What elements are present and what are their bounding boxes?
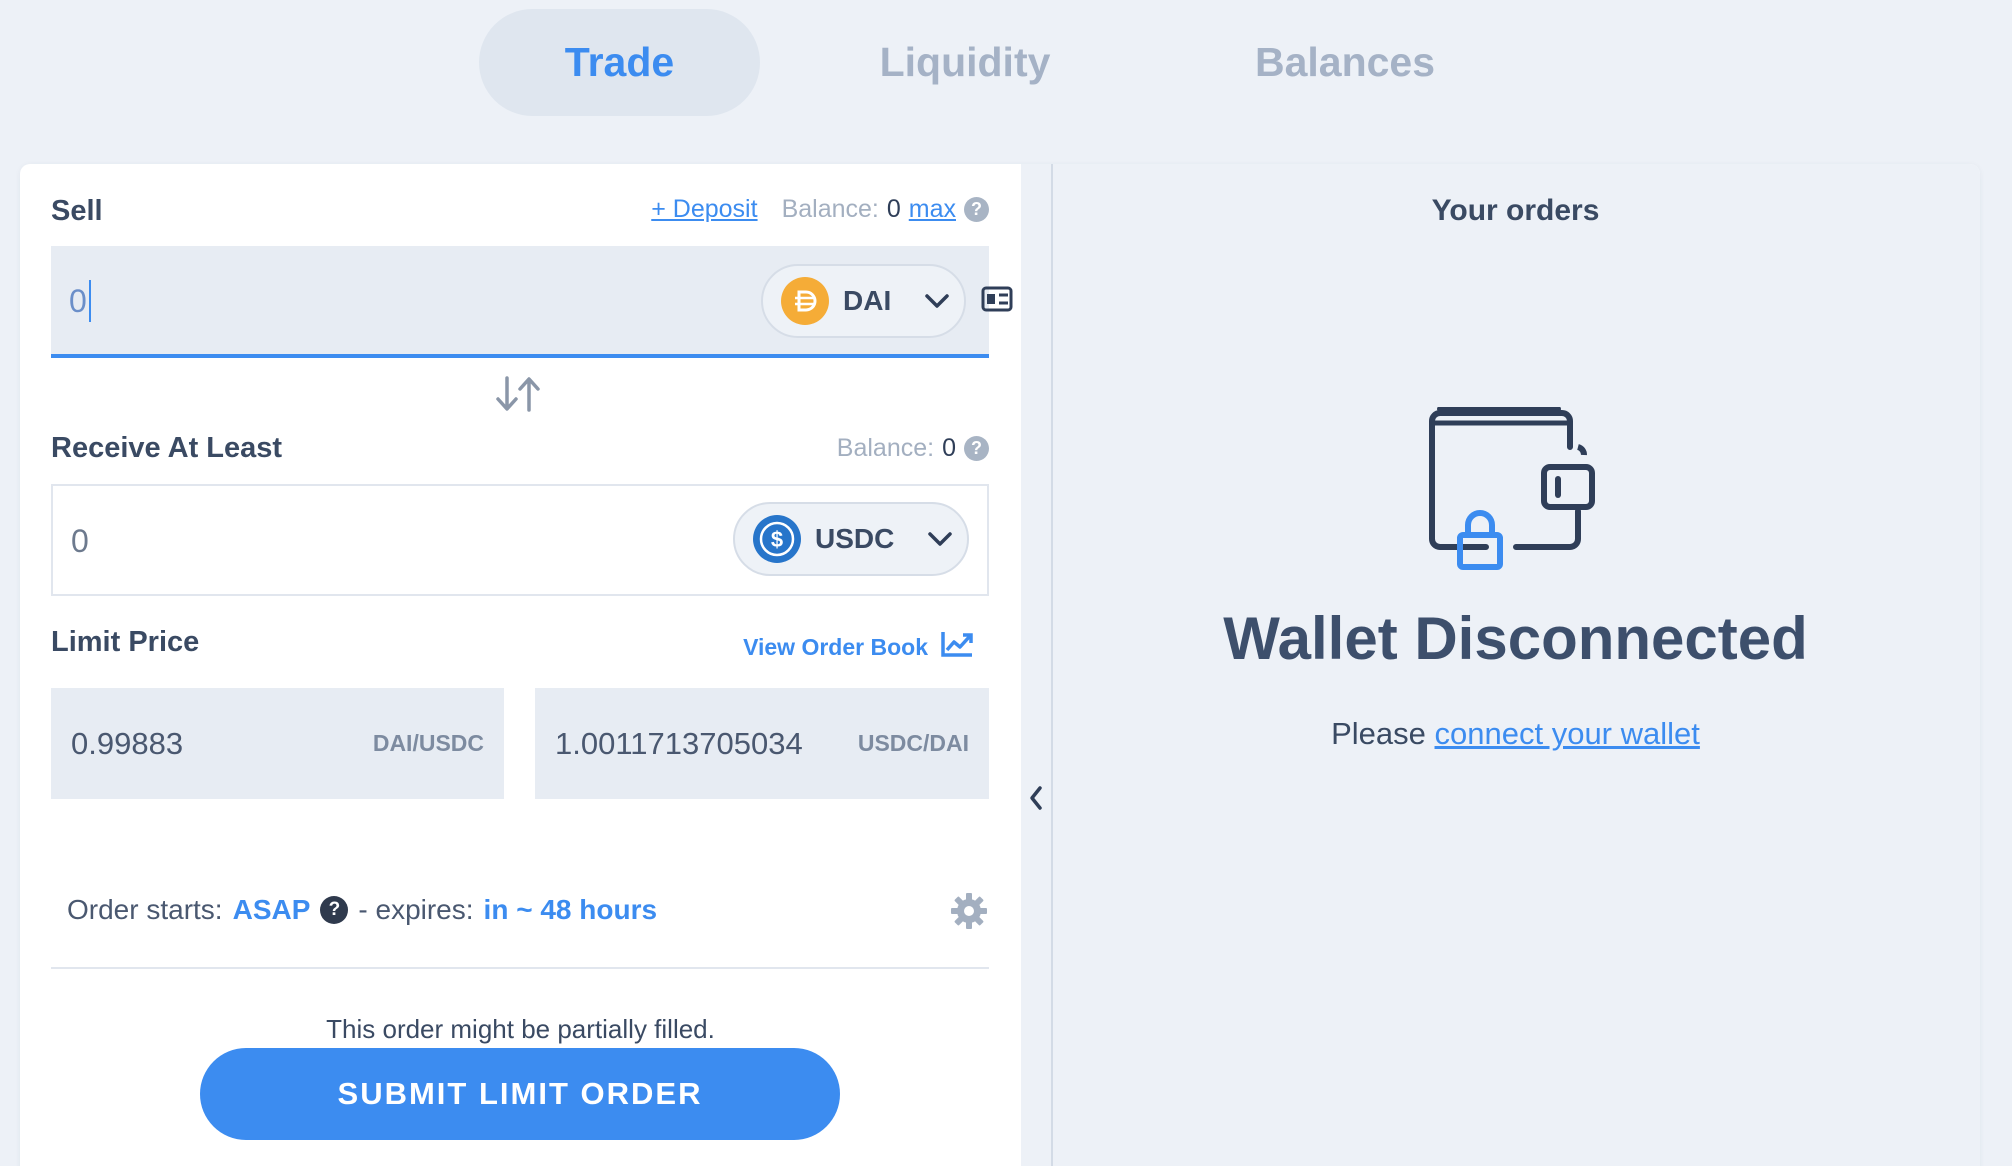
sell-balance-label: Balance: xyxy=(781,195,879,223)
limit-price-input-2[interactable]: 1.0011713705034 USDC/DAI xyxy=(535,688,989,799)
sell-balance-value: 0 xyxy=(886,195,901,223)
connect-prompt: Please connect your wallet xyxy=(1051,716,1980,752)
tab-liquidity[interactable]: Liquidity xyxy=(835,9,1095,116)
wallet-disconnected-title: Wallet Disconnected xyxy=(1223,605,1808,672)
chevron-down-icon xyxy=(924,293,950,309)
receive-amount-input[interactable] xyxy=(71,516,671,566)
receive-balance-label: Balance: xyxy=(836,434,935,462)
orders-title: Your orders xyxy=(1431,194,1600,227)
price-value: 1.0011713705034 xyxy=(555,725,803,761)
receive-label: Receive At Least xyxy=(51,432,283,464)
divider xyxy=(51,967,989,969)
sell-token-selector[interactable]: DAI xyxy=(761,264,966,338)
receive-token-name: USDC xyxy=(815,523,895,554)
receive-balance-value: 0 xyxy=(942,434,956,462)
sell-amount-box: DAI xyxy=(51,246,1013,358)
sell-label: Sell xyxy=(51,195,103,227)
order-form: Sell + Deposit Balance: 0 max ? DAI xyxy=(20,164,1021,1166)
receive-amount-box: $ USDC xyxy=(51,484,989,596)
limit-price-label: Limit Price xyxy=(51,626,200,658)
chart-icon xyxy=(940,630,974,664)
trade-panel: Sell + Deposit Balance: 0 max ? DAI xyxy=(20,164,1980,1166)
expires-label: - expires: xyxy=(358,894,474,925)
usdc-icon: $ xyxy=(753,515,801,563)
order-starts-value[interactable]: ASAP xyxy=(233,894,311,926)
price-unit: DAI/USDC xyxy=(372,730,484,756)
sell-amount-input[interactable] xyxy=(69,276,669,326)
swap-direction-button[interactable] xyxy=(490,369,546,419)
help-icon[interactable]: ? xyxy=(320,896,349,924)
sell-token-name: DAI xyxy=(843,285,892,316)
svg-text:$: $ xyxy=(771,527,783,552)
tab-balances[interactable]: Balances xyxy=(1225,9,1465,116)
help-icon[interactable]: ? xyxy=(964,197,989,222)
locked-wallet-icon xyxy=(1426,406,1606,582)
chevron-down-icon xyxy=(927,531,953,547)
help-icon[interactable]: ? xyxy=(964,436,989,461)
sell-meta: + Deposit Balance: 0 max ? xyxy=(651,195,989,224)
limit-price-input-1[interactable]: 0.99883 DAI/USDC xyxy=(51,688,504,799)
partial-fill-note: This order might be partially filled. xyxy=(326,1014,715,1044)
order-timing: Order starts: ASAP ? - expires: in ~ 48 … xyxy=(67,894,657,926)
receive-meta: Balance: 0 ? xyxy=(837,434,989,463)
connect-wallet-link[interactable]: connect your wallet xyxy=(1435,716,1700,751)
dai-icon xyxy=(781,277,829,325)
order-book-label: View Order Book xyxy=(743,633,928,660)
tab-trade[interactable]: Trade xyxy=(479,9,760,116)
wallet-balance-icon[interactable] xyxy=(981,286,1013,317)
max-link[interactable]: max xyxy=(909,195,956,224)
price-unit: USDC/DAI xyxy=(857,730,969,756)
receive-token-selector[interactable]: $ USDC xyxy=(733,502,969,576)
chevron-left-icon[interactable] xyxy=(1021,776,1051,820)
gear-icon[interactable] xyxy=(950,892,988,935)
expires-value[interactable]: in ~ 48 hours xyxy=(484,894,658,926)
text-caret xyxy=(89,280,91,322)
top-nav: Trade Liquidity Balances xyxy=(0,0,2012,150)
please-text: Please xyxy=(1331,716,1426,751)
view-order-book-link[interactable]: View Order Book xyxy=(743,630,974,664)
order-starts-label: Order starts: xyxy=(67,894,223,925)
deposit-link[interactable]: + Deposit xyxy=(651,195,757,224)
submit-limit-order-button[interactable]: SUBMIT LIMIT ORDER xyxy=(200,1048,840,1140)
orders-panel: Your orders Wallet Disconnected Please c… xyxy=(1021,164,1980,1166)
price-value: 0.99883 xyxy=(71,725,184,761)
